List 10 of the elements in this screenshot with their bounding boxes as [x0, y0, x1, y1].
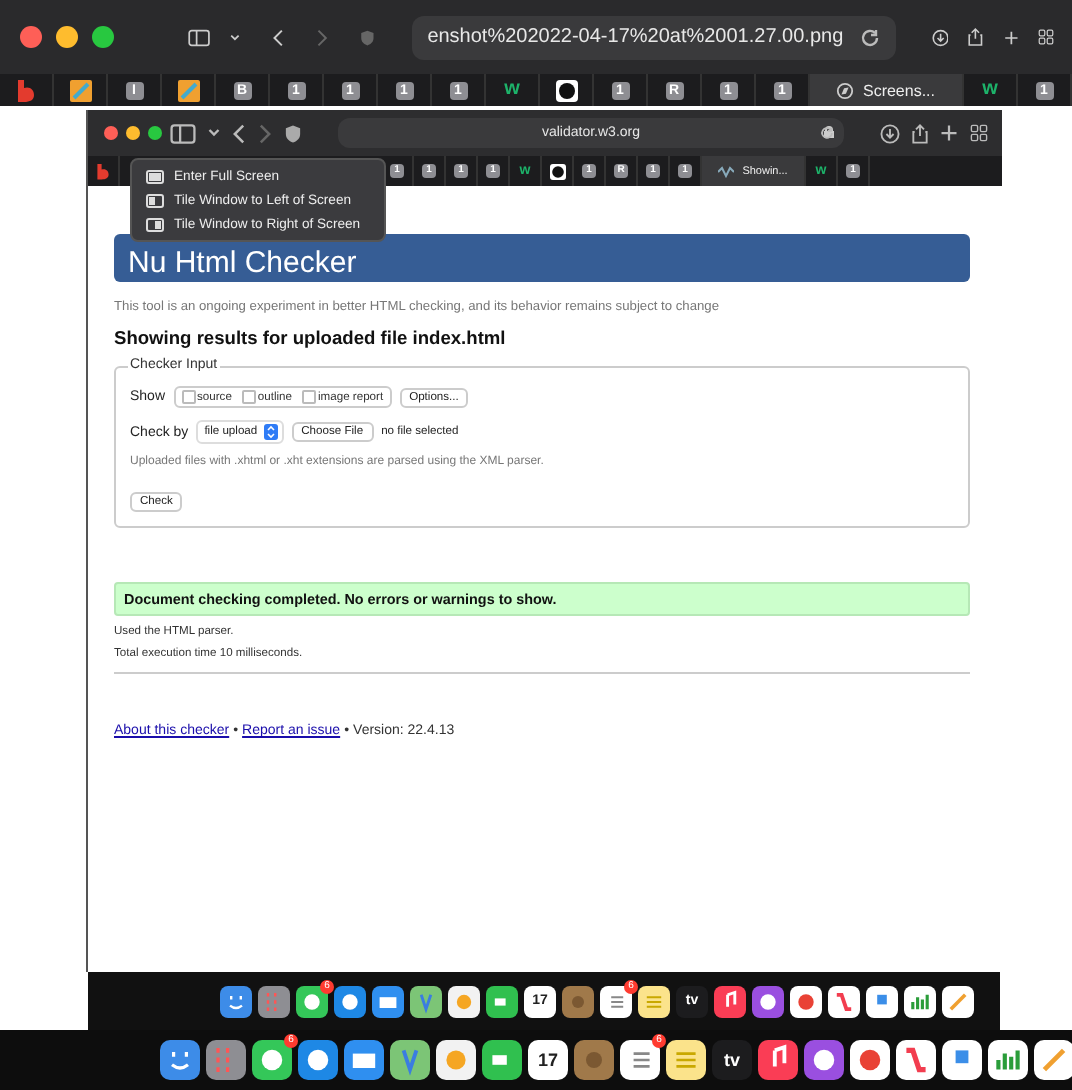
address-field[interactable]: enshot%202022-04-17%20at%2001.27.00.png	[411, 15, 896, 59]
tab[interactable]: w	[964, 74, 1018, 106]
icon-label: tv	[723, 1051, 740, 1069]
results-heading: Showing results for uploaded file index.html	[114, 328, 508, 348]
icon-label: 17	[537, 1051, 558, 1069]
tab[interactable]: Screens...	[810, 74, 964, 106]
tv-icon[interactable]: tv	[712, 1040, 752, 1080]
calendar-icon[interactable]: 17	[528, 1040, 568, 1080]
page-title: Nu Html Checker	[128, 244, 357, 282]
tab[interactable]: w	[486, 74, 540, 106]
